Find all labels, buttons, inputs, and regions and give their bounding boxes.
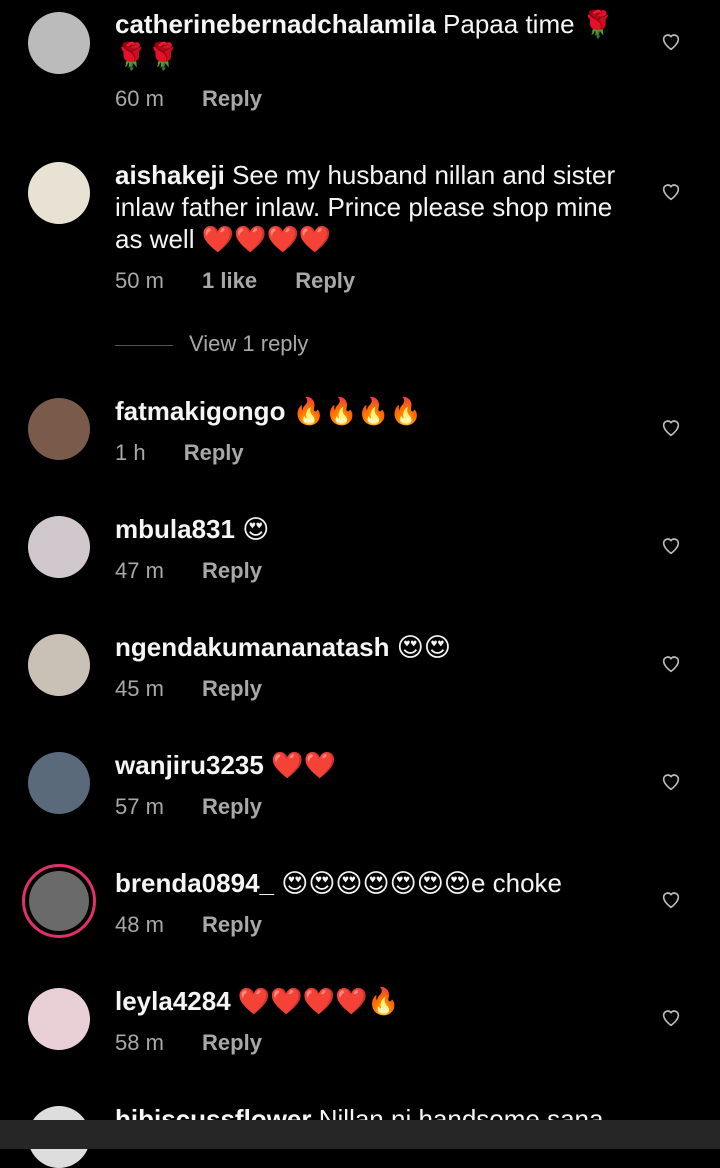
comment-time: 58 m — [115, 1030, 164, 1055]
reply-button[interactable]: Reply — [202, 676, 262, 701]
heart-outline-icon[interactable] — [660, 30, 682, 52]
comment-time: 60 m — [115, 86, 164, 111]
comment-text: 🔥🔥🔥🔥 — [292, 396, 423, 426]
avatar[interactable] — [28, 398, 90, 460]
reply-button[interactable]: Reply — [202, 1030, 262, 1055]
heart-outline-icon[interactable] — [660, 888, 682, 910]
heart-outline-icon[interactable] — [660, 534, 682, 556]
comment-username[interactable]: mbula831 — [115, 514, 235, 544]
comment-username[interactable]: wanjiru3235 — [115, 750, 264, 780]
comment-username[interactable]: aishakeji — [115, 160, 225, 190]
comment-time: 45 m — [115, 676, 164, 701]
comment-text: ❤️❤️ — [271, 750, 336, 780]
reply-button[interactable]: Reply — [202, 794, 262, 819]
reply-button[interactable]: Reply — [202, 912, 262, 937]
comment-username[interactable]: leyla4284 — [115, 986, 231, 1016]
comment-time: 57 m — [115, 794, 164, 819]
comment-time: 50 m — [115, 268, 164, 293]
comment-text: 😍 — [242, 514, 270, 544]
comment-time: 47 m — [115, 558, 164, 583]
avatar[interactable] — [28, 988, 90, 1050]
reply-button[interactable]: Reply — [202, 558, 262, 583]
reply-button[interactable]: Reply — [184, 440, 244, 465]
comment-username[interactable]: ngendakumananatash — [115, 632, 390, 662]
comment-text: 😍😍 — [396, 632, 451, 662]
avatar[interactable] — [28, 12, 90, 74]
avatar-story[interactable] — [22, 864, 96, 938]
heart-outline-icon[interactable] — [660, 770, 682, 792]
view-replies-button[interactable]: View 1 reply — [115, 331, 308, 357]
comment-text: 😍😍😍😍😍😍😍e choke — [281, 868, 563, 898]
likes-count[interactable]: 1 like — [202, 268, 257, 293]
heart-outline-icon[interactable] — [660, 1006, 682, 1028]
comment-username[interactable]: catherinebernadchalamila — [115, 9, 436, 39]
heart-outline-icon[interactable] — [660, 180, 682, 202]
emoji-quick-reaction-bar — [0, 1120, 720, 1149]
avatar[interactable] — [28, 162, 90, 224]
comment-text: ❤️❤️❤️❤️🔥 — [237, 986, 400, 1016]
divider — [115, 344, 173, 346]
avatar[interactable] — [28, 634, 90, 696]
avatar[interactable] — [28, 516, 90, 578]
heart-outline-icon[interactable] — [660, 416, 682, 438]
reply-button[interactable]: Reply — [295, 268, 355, 293]
comment-username[interactable]: brenda0894_ — [115, 868, 274, 898]
comment-time: 1 h — [115, 440, 146, 465]
comment-username[interactable]: fatmakigongo — [115, 396, 285, 426]
comment-time: 48 m — [115, 912, 164, 937]
avatar[interactable] — [28, 752, 90, 814]
reply-button[interactable]: Reply — [202, 86, 262, 111]
heart-outline-icon[interactable] — [660, 652, 682, 674]
